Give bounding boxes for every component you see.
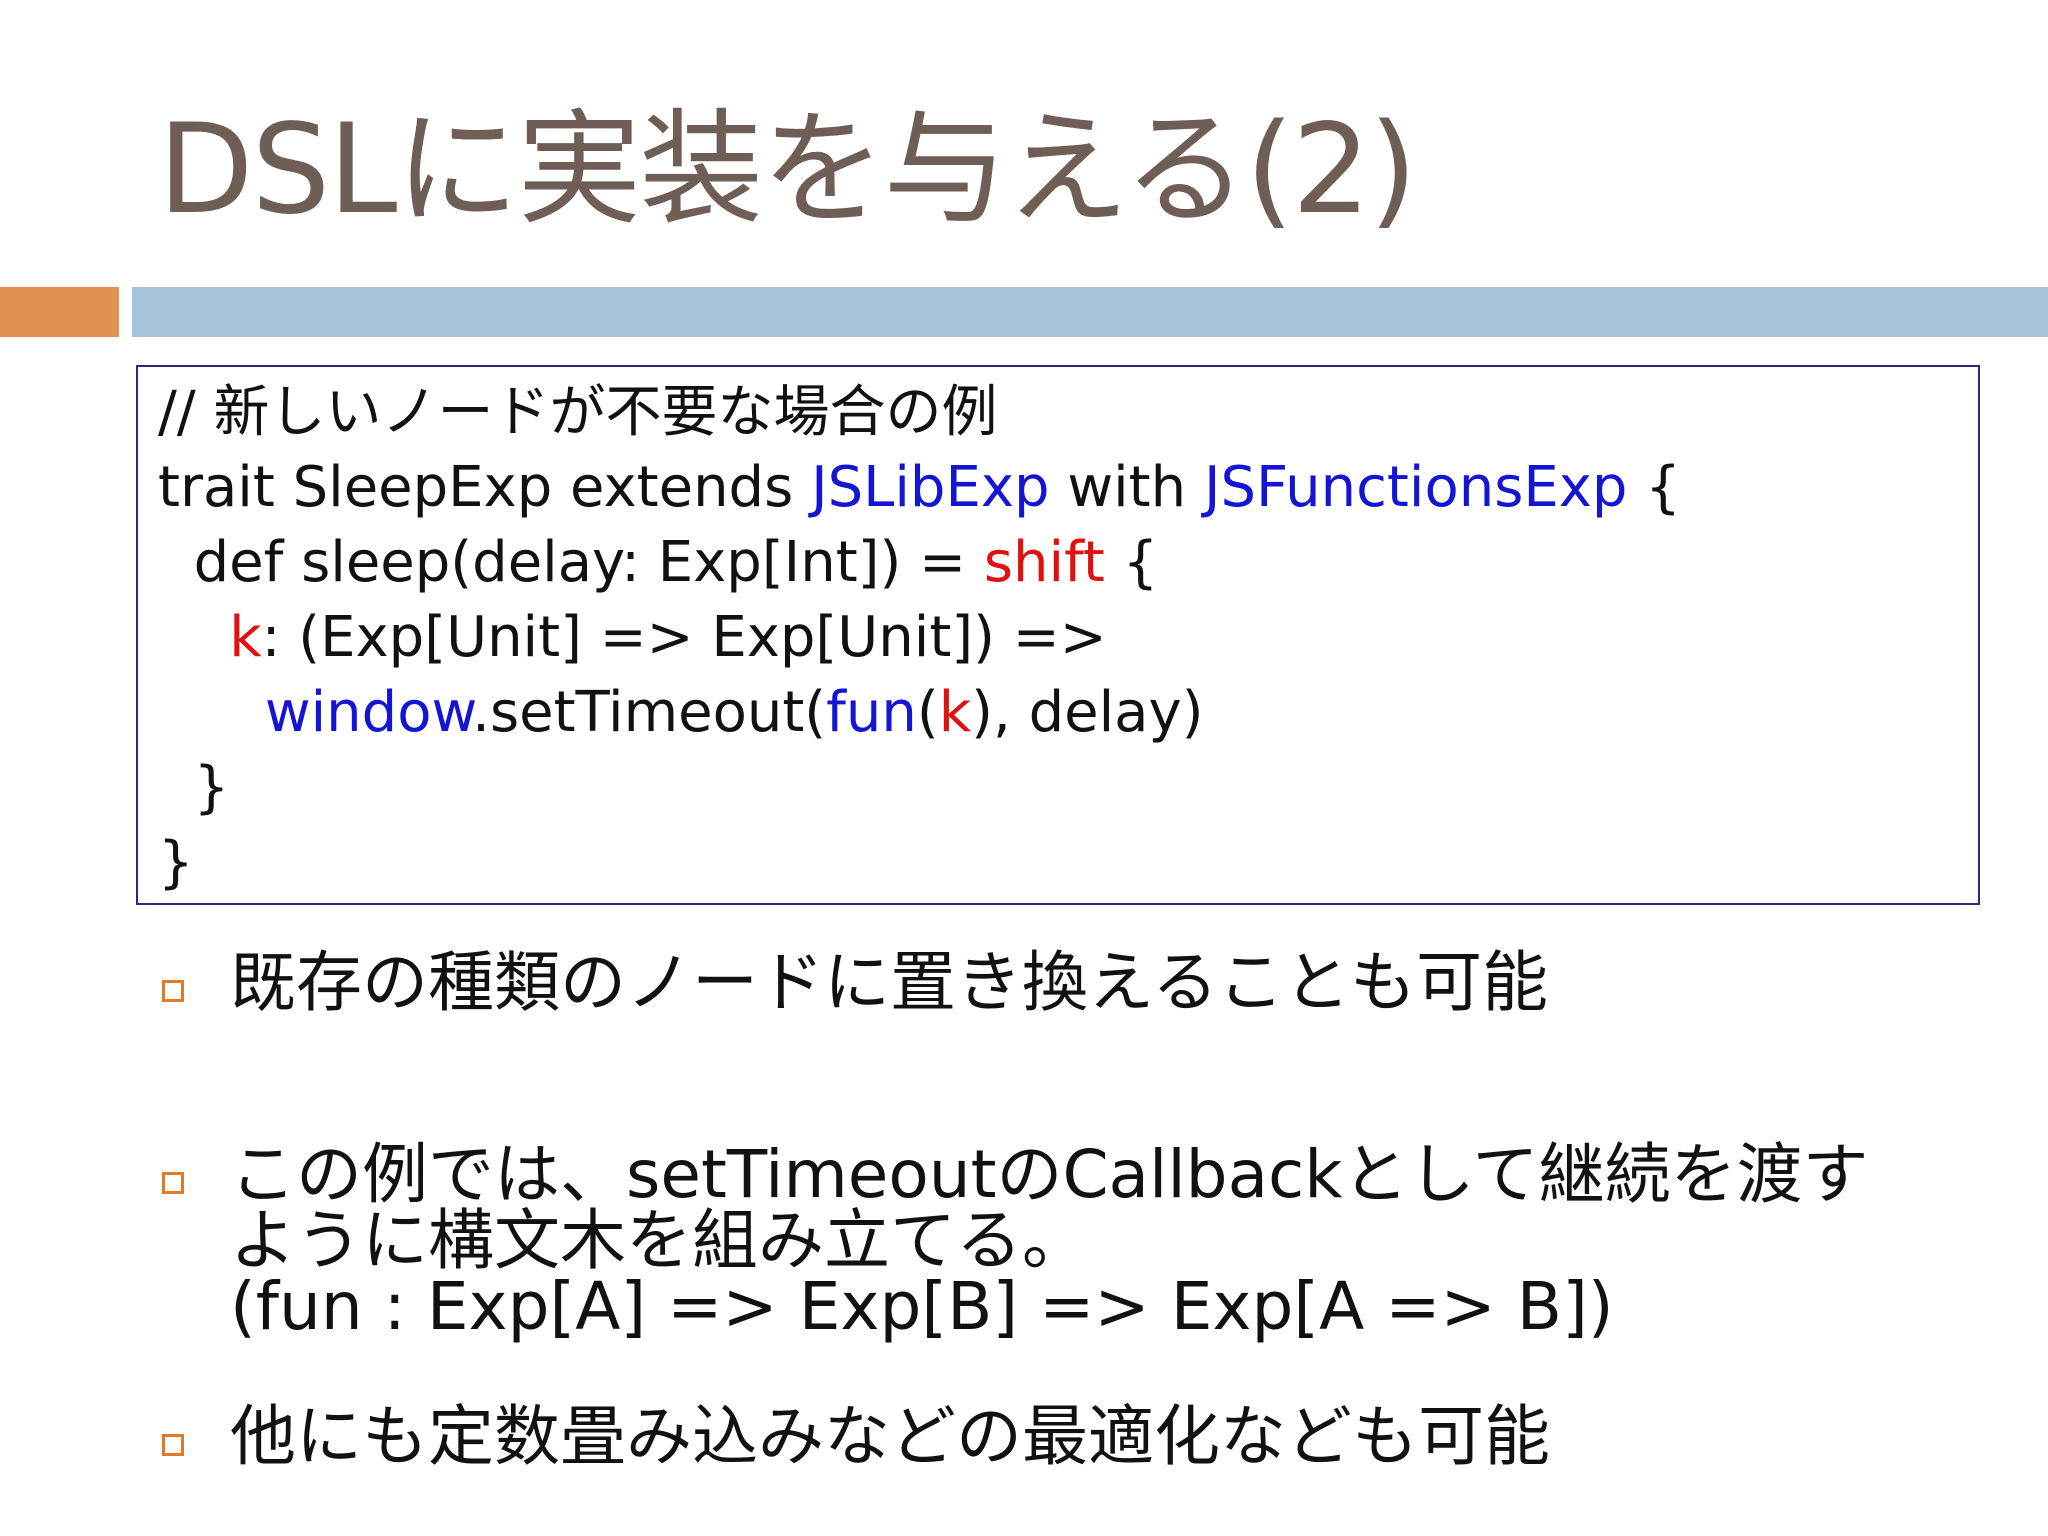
code-text: { (1627, 455, 1681, 520)
code-type-jslibexp: JSLibExp (811, 455, 1050, 520)
bullet-text-2-line-1: この例では、setTimeoutのCallbackとして継続を渡す (230, 1136, 1869, 1213)
code-line-5: window.setTimeout(fun(k), delay) (158, 675, 1958, 750)
code-text: .setTimeout( (472, 680, 827, 745)
bullet-square-icon (162, 1434, 184, 1456)
code-block: // 新しいノードが不要な場合の例 trait SleepExp extends… (136, 365, 1980, 905)
code-line-1: // 新しいノードが不要な場合の例 (158, 375, 1958, 450)
code-text: with (1049, 455, 1204, 520)
code-var-k: k (938, 680, 972, 745)
code-var-k: k (229, 605, 262, 670)
code-type-jsfunctionsexp: JSFunctionsExp (1203, 455, 1628, 520)
code-text: } (158, 755, 230, 820)
bullet-text-3: 他にも定数畳み込みなどの最適化なども可能 (230, 1398, 1550, 1475)
code-text: : (Exp[Unit] => Exp[Unit]) => (261, 605, 1107, 670)
bullet-text-2-line-3: (fun : Exp[A] => Exp[B] => Exp[A => B]) (230, 1268, 1614, 1345)
code-line-7: } (158, 825, 1958, 900)
slide-title: DSLに実装を与える(2) (158, 98, 1417, 242)
code-fun: fun (826, 680, 917, 745)
code-text: ( (916, 680, 939, 745)
code-text: ), delay) (971, 680, 1204, 745)
code-line-2: trait SleepExp extends JSLibExp with JSF… (158, 450, 1958, 525)
code-line-4: k: (Exp[Unit] => Exp[Unit]) => (158, 600, 1958, 675)
code-text: } (158, 830, 194, 895)
bullet-square-icon (162, 980, 184, 1002)
code-line-3: def sleep(delay: Exp[Int]) = shift { (158, 525, 1958, 600)
code-text: def sleep(delay: Exp[Int]) = (158, 530, 984, 595)
title-accent-bar-blue (132, 287, 2048, 337)
code-line-6: } (158, 750, 1958, 825)
bullet-text-1: 既存の種類のノードに置き換えることも可能 (230, 944, 1549, 1021)
bullet-square-icon (162, 1172, 184, 1194)
code-window: window (264, 680, 473, 745)
code-keyword-shift: shift (983, 530, 1105, 595)
code-text: { (1104, 530, 1159, 595)
code-text: trait SleepExp extends (158, 455, 812, 520)
bullet-text-2-line-2: ように構文木を組み立てる。 (230, 1202, 1088, 1279)
title-accent-bar-orange (0, 287, 119, 337)
code-comment: // 新しいノードが不要な場合の例 (158, 380, 998, 445)
